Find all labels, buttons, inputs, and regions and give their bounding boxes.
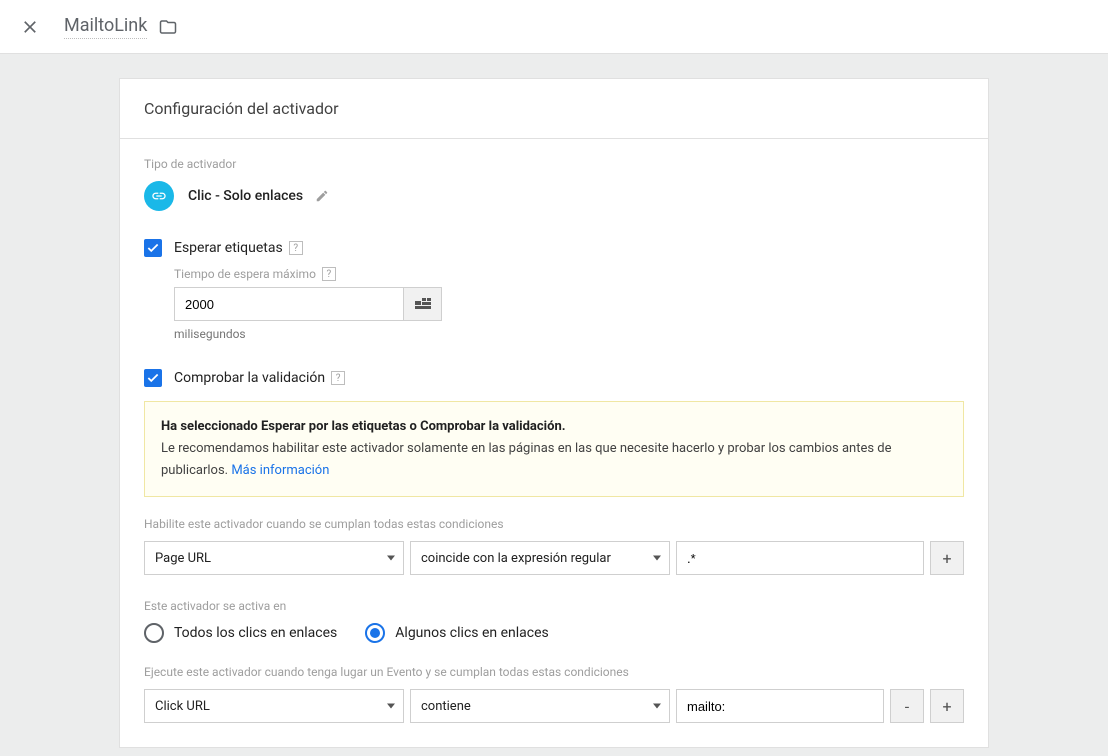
chevron-down-icon <box>653 704 661 709</box>
fire-operator-select[interactable]: contiene <box>410 689 670 723</box>
radio-icon <box>144 623 164 643</box>
fire-condition-row: Click URL contiene - + <box>144 689 964 723</box>
wait-tags-checkbox[interactable] <box>144 239 162 257</box>
max-wait-input-row <box>174 287 964 321</box>
fires-on-radios: Todos los clics en enlaces Algunos clics… <box>144 623 964 643</box>
enable-condition-row: Page URL coincide con la expresión regul… <box>144 541 964 575</box>
enable-value-input[interactable] <box>676 541 924 575</box>
check-validation-label: Comprobar la validación <box>174 370 325 386</box>
page-title[interactable]: MailtoLink <box>64 15 147 39</box>
trigger-type-name: Clic - Solo enlaces <box>188 188 303 204</box>
help-icon[interactable]: ? <box>331 371 345 385</box>
add-condition-button[interactable]: + <box>930 689 964 723</box>
fires-on-label: Este activador se activa en <box>144 599 964 613</box>
info-box: Ha seleccionado Esperar por las etiqueta… <box>144 401 964 497</box>
radio-all-clicks[interactable]: Todos los clics en enlaces <box>144 623 337 643</box>
chevron-down-icon <box>387 556 395 561</box>
trigger-type-row: Clic - Solo enlaces <box>144 181 964 211</box>
remove-condition-button[interactable]: - <box>890 689 924 723</box>
wait-tags-label: Esperar etiquetas <box>174 240 283 256</box>
fire-cond-label: Ejecute este activador cuando tenga luga… <box>144 665 964 679</box>
fire-variable-select[interactable]: Click URL <box>144 689 404 723</box>
enable-operator-select[interactable]: coincide con la expresión regular <box>410 541 670 575</box>
enable-variable-select[interactable]: Page URL <box>144 541 404 575</box>
max-wait-units: milisegundos <box>174 327 964 341</box>
enable-label: Habilite este activador cuando se cumpla… <box>144 517 964 531</box>
add-condition-button[interactable]: + <box>930 541 964 575</box>
edit-icon[interactable] <box>315 189 329 203</box>
max-wait-block: Tiempo de espera máximo ? milisegundos <box>174 267 964 341</box>
check-validation-row: Comprobar la validación ? <box>144 369 964 387</box>
help-icon[interactable]: ? <box>289 241 303 255</box>
card-title: Configuración del activador <box>120 79 988 139</box>
page-content: Configuración del activador Tipo de acti… <box>0 54 1108 748</box>
help-icon[interactable]: ? <box>322 267 336 281</box>
folder-icon[interactable] <box>159 18 177 36</box>
radio-icon <box>365 623 385 643</box>
check-validation-checkbox[interactable] <box>144 369 162 387</box>
radio-some-clicks[interactable]: Algunos clics en enlaces <box>365 623 548 643</box>
max-wait-input[interactable] <box>174 287 404 321</box>
trigger-type-label: Tipo de activador <box>144 157 964 171</box>
close-icon[interactable] <box>20 17 40 37</box>
card-body: Tipo de activador Clic - Solo enlaces Es… <box>120 139 988 747</box>
chevron-down-icon <box>387 704 395 709</box>
variable-picker-button[interactable] <box>404 287 442 321</box>
info-bold: Ha seleccionado Esperar por las etiqueta… <box>161 419 566 434</box>
link-icon <box>144 181 174 211</box>
fire-value-input[interactable] <box>676 689 884 723</box>
max-wait-label: Tiempo de espera máximo ? <box>174 267 964 281</box>
top-bar: MailtoLink <box>0 0 1108 54</box>
chevron-down-icon <box>653 556 661 561</box>
more-info-link[interactable]: Más información <box>231 463 329 478</box>
wait-tags-row: Esperar etiquetas ? <box>144 239 964 257</box>
trigger-config-card: Configuración del activador Tipo de acti… <box>119 78 989 748</box>
